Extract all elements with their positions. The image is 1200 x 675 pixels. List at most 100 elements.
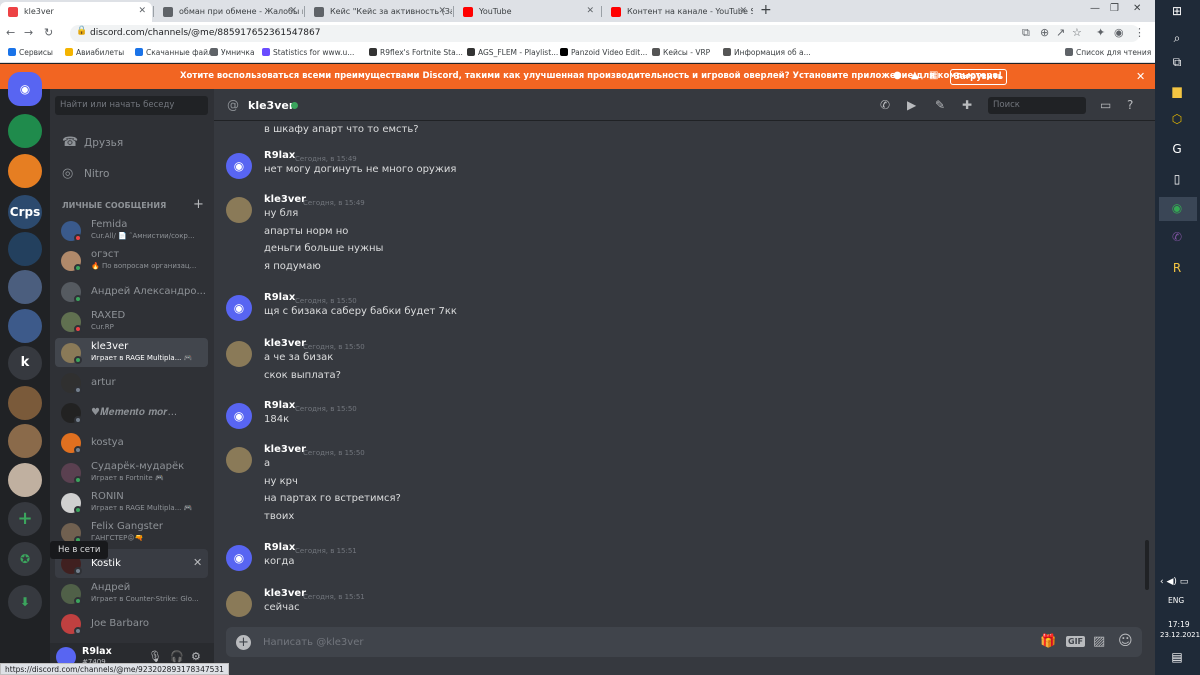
message-avatar[interactable]: ◉ <box>226 403 252 429</box>
notice-close-icon[interactable]: ✕ <box>1136 70 1145 83</box>
bookmark-item[interactable]: Panzoid Video Edit... <box>560 48 647 57</box>
tray-icons[interactable]: ‹ ◀) ▭ <box>1160 577 1188 587</box>
message-author[interactable]: kle3ver <box>264 338 306 349</box>
mute-icon[interactable]: 🎙 <box>148 650 162 663</box>
bookmark-item[interactable]: R9flex's Fortnite Sta... <box>369 48 463 57</box>
close-dm-icon[interactable]: ✕ <box>193 556 202 569</box>
server-icon[interactable] <box>8 463 42 497</box>
message-author[interactable]: R9lax <box>264 542 295 553</box>
back-icon[interactable]: ← <box>6 26 15 39</box>
browser-tab[interactable]: обман при обмене - Жалобы на ✕ <box>155 2 303 22</box>
add-server-icon[interactable]: + <box>8 502 42 536</box>
server-icon[interactable] <box>8 114 42 148</box>
browser-tab[interactable]: kle3ver ✕ <box>0 2 152 22</box>
maximize-icon[interactable]: ❐ <box>1110 3 1119 14</box>
server-icon[interactable]: Crps <box>8 195 42 229</box>
message-avatar[interactable] <box>226 341 252 367</box>
nav-nitro[interactable]: ◎ Nitro <box>62 166 109 181</box>
download-button[interactable]: Загрузить <box>950 69 1007 85</box>
chat-scrollbar[interactable] <box>1145 540 1149 590</box>
sticker-icon[interactable]: ▨ <box>1093 634 1105 649</box>
tab-close-icon[interactable]: ✕ <box>586 6 594 16</box>
emoji-icon[interactable]: ☺ <box>1118 633 1133 649</box>
message-author[interactable]: kle3ver <box>264 444 306 455</box>
pin-icon[interactable]: ✎ <box>935 98 945 112</box>
chat-search-input[interactable]: Поиск <box>988 97 1086 114</box>
browser-tab[interactable]: YouTube ✕ <box>455 2 600 22</box>
message-author[interactable]: R9lax <box>264 400 295 411</box>
tab-close-icon[interactable]: ✕ <box>438 6 446 16</box>
message-author[interactable]: R9lax <box>264 150 295 161</box>
server-icon[interactable] <box>8 232 42 266</box>
gif-icon[interactable]: GIF <box>1066 636 1086 647</box>
message-avatar[interactable]: ◉ <box>226 153 252 179</box>
inbox-icon[interactable]: ▭ <box>1100 98 1111 112</box>
add-friend-icon[interactable]: ✚ <box>962 98 972 112</box>
tab-close-icon[interactable]: ✕ <box>739 6 747 16</box>
notifications-icon[interactable]: ▤ <box>1166 650 1188 664</box>
server-icon[interactable] <box>8 154 42 188</box>
settings-gear-icon[interactable]: ⚙ <box>191 650 201 663</box>
message-avatar[interactable] <box>226 447 252 473</box>
epic-games-icon[interactable]: G <box>1166 142 1188 156</box>
message-avatar[interactable]: ◉ <box>226 545 252 571</box>
bookmark-item[interactable]: Авиабилеты <box>65 48 124 57</box>
help-icon[interactable]: ? <box>1127 98 1133 112</box>
message-avatar[interactable] <box>226 591 252 617</box>
server-icon[interactable] <box>8 386 42 420</box>
share-icon[interactable]: ↗ <box>1056 26 1065 39</box>
download-apps-icon[interactable]: ⬇ <box>8 585 42 619</box>
notepad-icon[interactable]: ▯ <box>1166 172 1188 186</box>
cast-icon[interactable]: ⧉ <box>1022 26 1030 40</box>
reload-icon[interactable]: ↻ <box>44 26 53 39</box>
attach-plus-icon[interactable]: + <box>236 635 251 650</box>
profile-icon[interactable]: ◉ <box>1114 26 1124 39</box>
server-icon[interactable] <box>8 309 42 343</box>
forward-icon[interactable]: → <box>24 26 33 39</box>
video-icon[interactable]: ▶ <box>907 98 916 112</box>
message-avatar[interactable] <box>226 197 252 223</box>
bookmark-item[interactable]: Скачанные файлы <box>135 48 219 57</box>
dm-item[interactable]: kostya <box>55 428 208 457</box>
dm-item[interactable]: Сударёк-мударёк Играет в Fortnite 🎮 <box>55 458 208 487</box>
dm-item[interactable]: Андрей Играет в Counter-Strike: Glo... <box>55 579 208 608</box>
tab-close-icon[interactable]: ✕ <box>138 6 146 16</box>
message-author[interactable]: kle3ver <box>264 588 306 599</box>
bookmark-item[interactable]: Умничка <box>210 48 255 57</box>
search-icon[interactable]: ⌕ <box>1166 31 1188 46</box>
server-icon[interactable] <box>8 270 42 304</box>
extensions-icon[interactable]: ✦ <box>1096 26 1105 39</box>
dm-item[interactable]: Joe Barbaro <box>55 609 208 638</box>
bookmark-item[interactable]: Информация об а... <box>723 48 811 57</box>
dm-item[interactable]: RAXED Cur.RP <box>55 307 208 336</box>
message-avatar[interactable]: ◉ <box>226 295 252 321</box>
dm-item[interactable]: kle3ver Играет в RAGE Multipla... 🎮 <box>55 338 208 367</box>
browser-tab[interactable]: Кейс "Кейс за активность (За 4 ✕ <box>306 2 452 22</box>
close-window-icon[interactable]: ✕ <box>1133 3 1141 14</box>
bookmark-item[interactable]: Statistics for www.u... <box>262 48 354 57</box>
dm-item[interactable]: artur <box>55 368 208 397</box>
dm-item[interactable]: Femida Cur.All/ 📄 ˜Амнистии/сокр... <box>55 216 208 245</box>
message-author[interactable]: kle3ver <box>264 194 306 205</box>
dm-item[interactable]: огэст 🔥 По вопросам организац... <box>55 246 208 275</box>
app-icon[interactable]: ⬡ <box>1166 112 1188 126</box>
dm-item[interactable]: RONIN Играет в RAGE Multipla... 🎮 <box>55 488 208 517</box>
dm-item[interactable]: ♥𝑴𝒆𝒎𝒆𝒏𝒕𝒐 𝒎𝒐𝒓... <box>55 398 208 427</box>
explore-servers-icon[interactable]: ✪ <box>8 542 42 576</box>
rockstar-icon[interactable]: R <box>1166 261 1188 275</box>
new-tab-button[interactable]: + <box>760 2 772 18</box>
file-explorer-icon[interactable]: ▆ <box>1166 84 1188 98</box>
menu-icon[interactable]: ⋮ <box>1134 26 1145 39</box>
nav-friends[interactable]: ☎ Друзья <box>62 135 123 150</box>
bookmark-star-icon[interactable]: ☆ <box>1072 26 1082 39</box>
bookmark-item[interactable]: Кейсы - VRP <box>652 48 710 57</box>
bookmark-item[interactable]: Сервисы <box>8 48 53 57</box>
tab-close-icon[interactable]: ✕ <box>289 6 297 16</box>
zoom-icon[interactable]: ⊕ <box>1040 26 1049 39</box>
clock-time[interactable]: 17:19 <box>1168 620 1190 629</box>
task-view-icon[interactable]: ⧉ <box>1166 55 1188 70</box>
lock-icon[interactable]: 🔒 <box>76 26 87 36</box>
server-icon[interactable]: k <box>8 346 42 380</box>
reading-list[interactable]: Список для чтения <box>1065 48 1151 57</box>
minimize-icon[interactable]: — <box>1090 3 1100 14</box>
